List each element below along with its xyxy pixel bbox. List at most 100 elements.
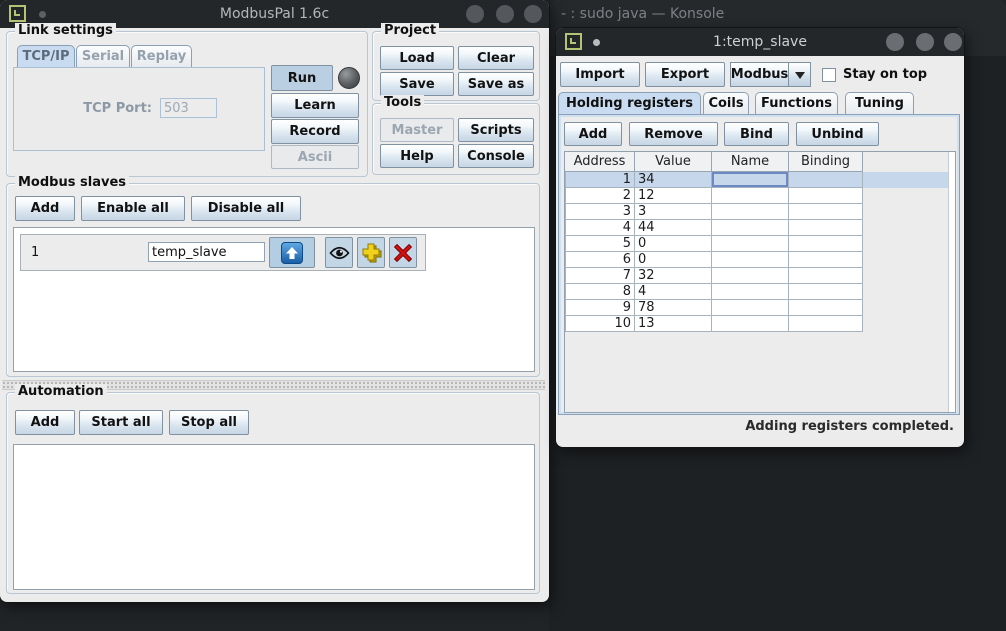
- cell-value[interactable]: 32: [635, 268, 712, 284]
- cell-binding[interactable]: [789, 316, 863, 332]
- cell-name[interactable]: [712, 284, 789, 300]
- cell-binding[interactable]: [789, 204, 863, 220]
- cell-value[interactable]: 78: [635, 300, 712, 316]
- cell-value[interactable]: 0: [635, 236, 712, 252]
- cell-name[interactable]: [712, 268, 789, 284]
- tcp-port-field[interactable]: [160, 98, 217, 118]
- tab-tuning[interactable]: Tuning: [845, 92, 914, 114]
- table-row[interactable]: 5 0: [565, 236, 955, 252]
- cell-address[interactable]: 7: [565, 268, 635, 284]
- table-row[interactable]: 2 12: [565, 188, 955, 204]
- cell-address[interactable]: 5: [565, 236, 635, 252]
- tab-replay[interactable]: Replay: [131, 45, 192, 67]
- table-row[interactable]: 8 4: [565, 284, 955, 300]
- stay-on-top-checkbox[interactable]: [822, 68, 836, 82]
- cell-binding[interactable]: [789, 236, 863, 252]
- cell-name[interactable]: [712, 252, 789, 268]
- help-button[interactable]: Help: [380, 144, 454, 168]
- record-button[interactable]: Record: [271, 119, 359, 144]
- master-button[interactable]: Master: [380, 118, 454, 142]
- column-header-binding[interactable]: Binding: [789, 152, 863, 172]
- cell-address[interactable]: 10: [565, 316, 635, 332]
- table-row[interactable]: 1 34: [565, 172, 949, 188]
- ascii-button[interactable]: Ascii: [271, 145, 359, 169]
- stop-all-button[interactable]: Stop all: [169, 410, 249, 435]
- start-all-button[interactable]: Start all: [79, 410, 163, 435]
- disable-all-button[interactable]: Disable all: [191, 196, 301, 221]
- cell-binding[interactable]: [789, 252, 863, 268]
- minimize-button[interactable]: [886, 33, 904, 51]
- cell-address[interactable]: 6: [565, 252, 635, 268]
- cell-value[interactable]: 3: [635, 204, 712, 220]
- cell-address[interactable]: 3: [565, 204, 635, 220]
- cell-binding[interactable]: [789, 268, 863, 284]
- cell-name[interactable]: [712, 204, 789, 220]
- close-button[interactable]: [944, 33, 962, 51]
- cell-binding[interactable]: [789, 188, 863, 204]
- cell-name[interactable]: [712, 220, 789, 236]
- tab-tcpip[interactable]: TCP/IP: [17, 45, 75, 67]
- implementation-combobox[interactable]: Modbus: [730, 62, 788, 87]
- run-button[interactable]: Run: [271, 65, 333, 91]
- cell-value[interactable]: 4: [635, 284, 712, 300]
- slave-delete-button[interactable]: [389, 237, 417, 268]
- vertical-scrollbar[interactable]: [948, 152, 955, 412]
- cell-value[interactable]: 12: [635, 188, 712, 204]
- cell-address[interactable]: 8: [565, 284, 635, 300]
- automation-add-button[interactable]: Add: [15, 410, 75, 435]
- import-button[interactable]: Import: [560, 62, 640, 87]
- table-row[interactable]: 3 3: [565, 204, 955, 220]
- slave-enabled-toggle[interactable]: [269, 237, 315, 268]
- table-row[interactable]: 10 13: [565, 316, 955, 332]
- slave-titlebar[interactable]: 1:temp_slave: [556, 28, 964, 56]
- cell-value[interactable]: 0: [635, 252, 712, 268]
- column-header-address[interactable]: Address: [565, 152, 635, 172]
- slave-add-button[interactable]: Add: [15, 196, 75, 221]
- enable-all-button[interactable]: Enable all: [81, 196, 185, 221]
- slave-row[interactable]: 1: [20, 234, 426, 271]
- table-row[interactable]: 7 32: [565, 268, 955, 284]
- cell-value[interactable]: 44: [635, 220, 712, 236]
- combobox-arrow-button[interactable]: [788, 62, 811, 87]
- table-row[interactable]: 6 0: [565, 252, 955, 268]
- maximize-button[interactable]: [496, 5, 514, 23]
- cell-address[interactable]: 9: [565, 300, 635, 316]
- cell-name-focused[interactable]: [712, 172, 789, 188]
- tab-serial[interactable]: Serial: [76, 45, 130, 67]
- tab-functions[interactable]: Functions: [755, 92, 838, 114]
- table-row[interactable]: 9 78: [565, 300, 955, 316]
- register-add-button[interactable]: Add: [564, 122, 622, 146]
- maximize-button[interactable]: [916, 33, 934, 51]
- cell-address[interactable]: 2: [565, 188, 635, 204]
- tab-coils[interactable]: Coils: [703, 92, 749, 114]
- close-button[interactable]: [524, 5, 542, 23]
- cell-binding[interactable]: [789, 300, 863, 316]
- cell-name[interactable]: [712, 316, 789, 332]
- console-button[interactable]: Console: [458, 144, 534, 168]
- register-remove-button[interactable]: Remove: [629, 122, 718, 146]
- cell-binding[interactable]: [789, 284, 863, 300]
- column-header-value[interactable]: Value: [635, 152, 712, 172]
- cell-name[interactable]: [712, 188, 789, 204]
- clear-button[interactable]: Clear: [458, 46, 534, 70]
- slave-name-field[interactable]: [148, 242, 265, 262]
- save-as-button[interactable]: Save as: [458, 72, 534, 96]
- scripts-button[interactable]: Scripts: [458, 118, 534, 142]
- learn-button[interactable]: Learn: [271, 93, 359, 118]
- bind-button[interactable]: Bind: [724, 122, 789, 146]
- cell-value[interactable]: 34: [635, 172, 712, 188]
- cell-binding[interactable]: [789, 172, 863, 188]
- slave-view-button[interactable]: [325, 237, 353, 268]
- minimize-button[interactable]: [466, 5, 484, 23]
- load-button[interactable]: Load: [380, 46, 454, 70]
- cell-address[interactable]: 1: [565, 172, 635, 188]
- unbind-button[interactable]: Unbind: [796, 122, 879, 146]
- cell-value[interactable]: 13: [635, 316, 712, 332]
- table-row[interactable]: 4 44: [565, 220, 955, 236]
- cell-binding[interactable]: [789, 220, 863, 236]
- cell-name[interactable]: [712, 236, 789, 252]
- cell-address[interactable]: 4: [565, 220, 635, 236]
- column-header-name[interactable]: Name: [712, 152, 789, 172]
- cell-name[interactable]: [712, 300, 789, 316]
- slave-add-automation-button[interactable]: [357, 237, 385, 268]
